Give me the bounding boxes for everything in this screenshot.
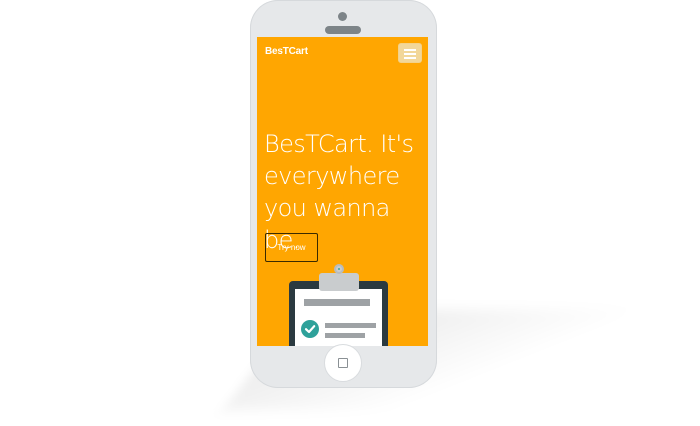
brand-logo[interactable]: BesTCart [265, 46, 308, 57]
phone-screen: BesTCart BesTCart. It's everywhere you w… [257, 37, 428, 346]
earpiece-speaker-icon [325, 26, 361, 34]
clipboard-clamp [319, 273, 359, 291]
home-square-icon [338, 358, 348, 368]
home-button-icon[interactable] [324, 344, 362, 382]
checklist-title-line [304, 299, 370, 306]
hamburger-menu-icon[interactable] [398, 43, 422, 63]
checkmark-icon [301, 320, 319, 338]
clipboard-ring [334, 264, 344, 274]
checklist-line [325, 333, 365, 338]
checklist-line [325, 323, 376, 328]
front-camera-icon [338, 12, 347, 21]
try-now-button[interactable]: Try now [265, 233, 318, 262]
